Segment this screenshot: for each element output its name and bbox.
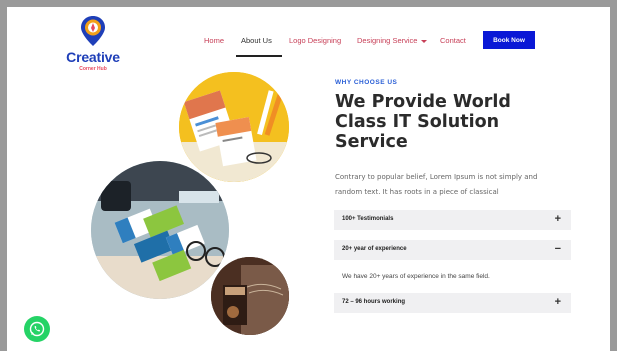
plus-icon: + xyxy=(554,296,561,308)
section-eyebrow: WHY CHOOSE US xyxy=(335,79,398,86)
accordion-title: 20+ year of experience xyxy=(342,246,407,252)
nav-designing-service-label: Designing Service xyxy=(357,36,418,45)
whatsapp-button[interactable] xyxy=(24,316,50,342)
whatsapp-icon xyxy=(29,321,45,337)
accordion-item-experience[interactable]: 20+ year of experience − xyxy=(334,240,571,260)
logo-subtext: Corner Hub xyxy=(79,66,107,72)
title-line: Service xyxy=(335,132,408,152)
book-now-button[interactable]: Book Now xyxy=(483,31,535,49)
nav-home[interactable]: Home xyxy=(204,36,224,45)
nav-about-us[interactable]: About Us xyxy=(241,36,272,45)
accordion-content: We have 20+ years of experience in the s… xyxy=(342,273,490,280)
accordion-item-testimonials[interactable]: 100+ Testimonials + xyxy=(334,210,571,230)
title-line: Class IT Solution xyxy=(335,112,500,132)
accordion-title: 72 – 96 hours working xyxy=(342,299,406,305)
nav-designing-service[interactable]: Designing Service xyxy=(357,36,428,45)
caret-down-icon xyxy=(421,39,428,43)
page: Creative Corner Hub Home About Us Logo D… xyxy=(7,7,610,351)
nav-contact[interactable]: Contact xyxy=(440,36,466,45)
plus-icon: + xyxy=(554,213,561,225)
logo[interactable]: Creative Corner Hub xyxy=(61,13,125,75)
accordion-title: 100+ Testimonials xyxy=(342,216,394,222)
section-description: Contrary to popular belief, Lorem Ipsum … xyxy=(335,170,550,200)
logo-text: Creative xyxy=(66,49,120,65)
book-cover-image xyxy=(211,257,289,335)
minus-icon: − xyxy=(554,243,561,255)
accordion-item-hours[interactable]: 72 – 96 hours working + xyxy=(334,293,571,313)
nav-logo-designing[interactable]: Logo Designing xyxy=(289,36,341,45)
business-cards-image xyxy=(91,161,229,299)
nav-active-underline xyxy=(236,55,282,57)
description-line: Contrary to popular belief, Lorem Ipsum … xyxy=(335,173,538,181)
title-line: We Provide World xyxy=(335,92,511,112)
location-pin-logo-icon xyxy=(81,16,105,46)
brochure-image xyxy=(179,72,289,182)
section-title: We Provide World Class IT Solution Servi… xyxy=(335,92,535,152)
description-line: random text. It has roots in a piece of … xyxy=(335,188,499,196)
